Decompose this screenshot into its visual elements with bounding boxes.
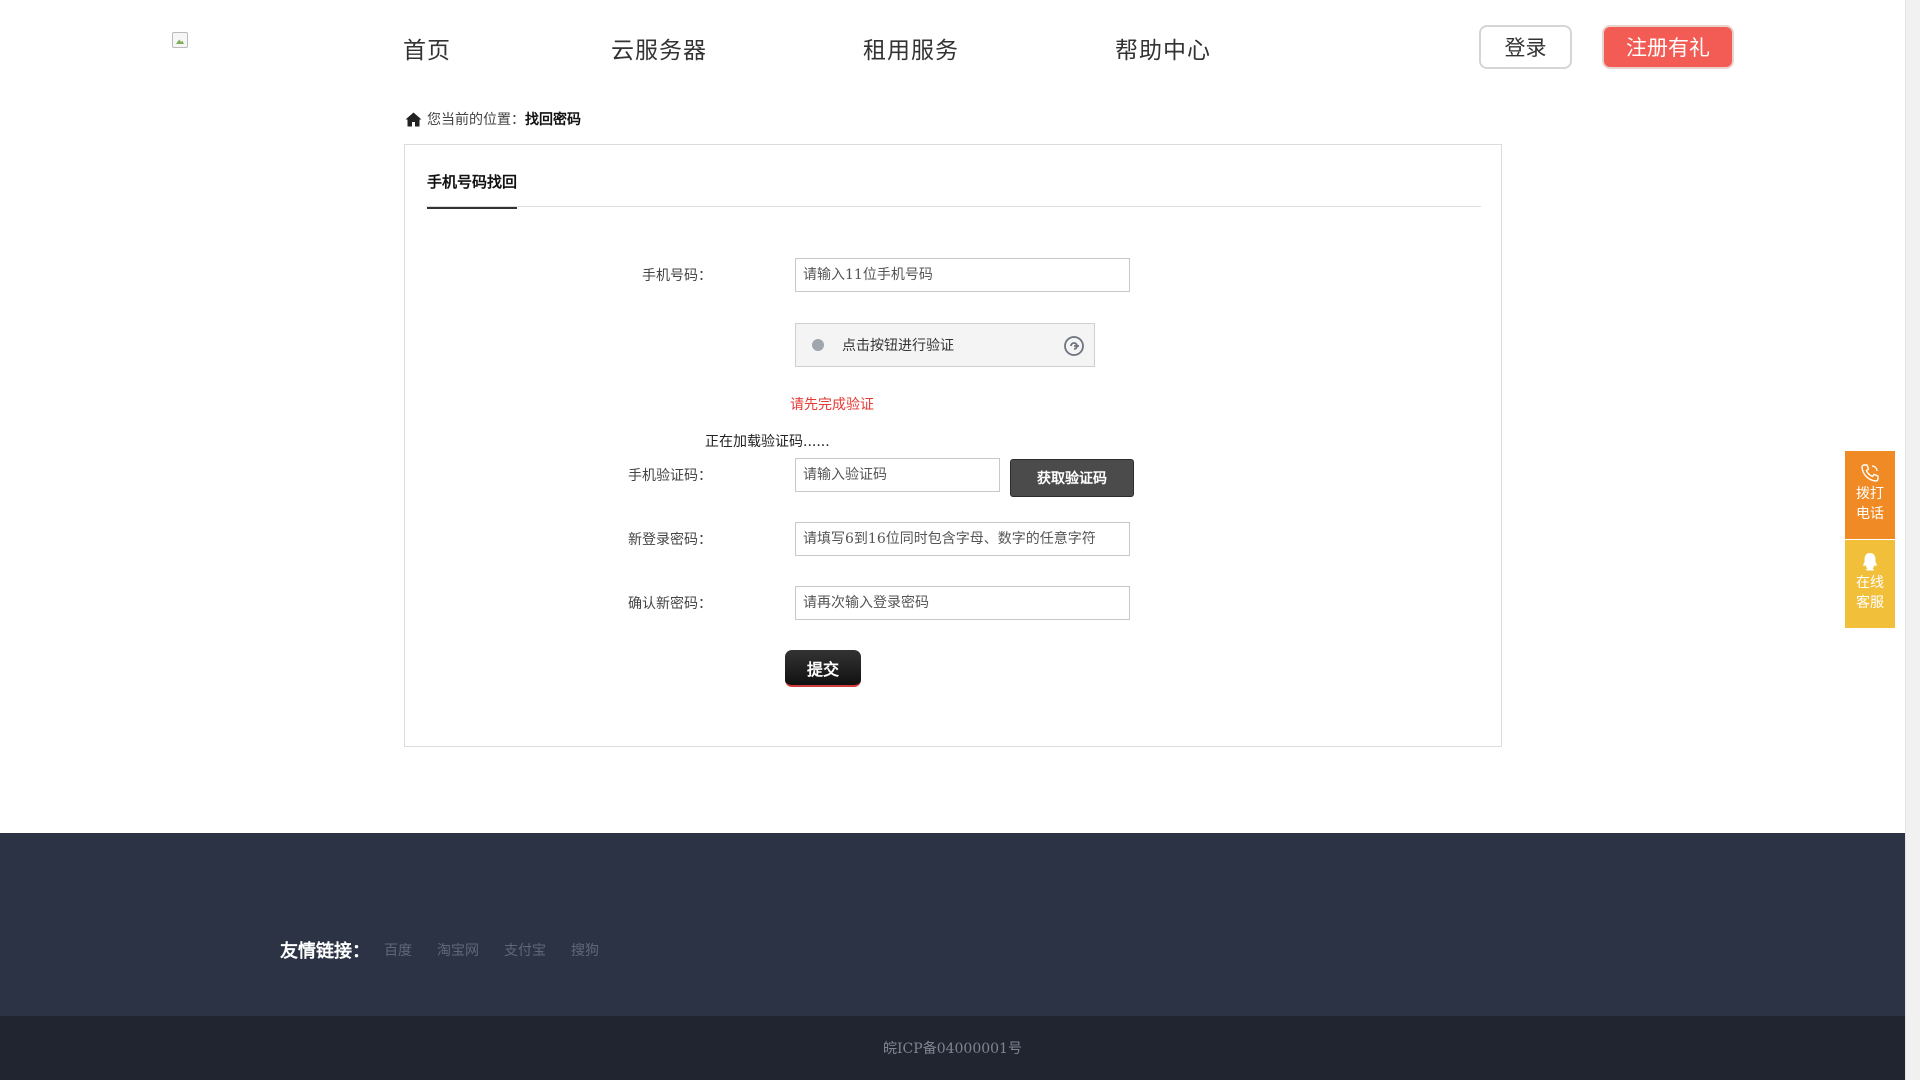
new-password-input[interactable] xyxy=(795,522,1130,556)
side-call-button[interactable]: 拨打 电话 xyxy=(1845,451,1895,539)
footer-link-sogou[interactable]: 搜狗 xyxy=(571,940,599,960)
side-service-line1: 在线 xyxy=(1856,575,1884,591)
header: 首页 云服务器 租用服务 帮助中心 登录 注册有礼 xyxy=(0,0,1920,95)
nav-item-help[interactable]: 帮助中心 xyxy=(1115,31,1211,65)
phone-icon xyxy=(1861,464,1879,482)
side-service-button[interactable]: 在线 客服 xyxy=(1845,540,1895,628)
footer-link-baidu[interactable]: 百度 xyxy=(384,940,412,960)
new-password-label: 新登录密码： xyxy=(628,532,712,548)
side-service-line2: 客服 xyxy=(1856,595,1884,611)
scrollbar[interactable] xyxy=(1905,0,1920,1080)
captcha-text: 点击按钮进行验证 xyxy=(842,338,954,354)
footer: 友情链接： 百度 淘宝网 支付宝 搜狗 xyxy=(0,833,1905,1016)
confirm-password-input[interactable] xyxy=(795,586,1130,620)
sms-code-input[interactable] xyxy=(795,458,1000,492)
side-call-line1: 拨打 xyxy=(1856,486,1884,502)
icp-text: 皖ICP备04000001号 xyxy=(883,1041,1022,1057)
tab-divider xyxy=(426,206,1481,207)
breadcrumb-prefix: 您当前的位置： xyxy=(427,112,525,128)
phone-input[interactable] xyxy=(795,258,1130,292)
footer-link-alipay[interactable]: 支付宝 xyxy=(504,940,546,960)
breadcrumb: 您当前的位置： 找回密码 xyxy=(405,109,581,129)
breadcrumb-current: 找回密码 xyxy=(525,112,581,128)
refresh-icon[interactable] xyxy=(1063,335,1085,357)
captcha-verify-button[interactable]: 点击按钮进行验证 xyxy=(795,323,1095,367)
footer-link-taobao[interactable]: 淘宝网 xyxy=(437,940,479,960)
confirm-password-label: 确认新密码： xyxy=(628,596,712,612)
nav-item-home[interactable]: 首页 xyxy=(403,31,451,65)
logo-image[interactable] xyxy=(172,32,188,48)
sms-code-label: 手机验证码： xyxy=(628,468,712,484)
friendly-links-title: 友情链接： xyxy=(280,941,370,962)
get-code-button[interactable]: 获取验证码 xyxy=(1010,459,1134,497)
home-icon xyxy=(405,112,422,126)
captcha-dot-icon xyxy=(812,339,824,351)
friendly-links: 友情链接： 百度 淘宝网 支付宝 搜狗 xyxy=(280,937,624,963)
side-call-line2: 电话 xyxy=(1856,506,1884,522)
captcha-loading-message: 正在加载验证码...... xyxy=(705,434,830,450)
qq-icon xyxy=(1863,553,1877,571)
phone-label: 手机号码： xyxy=(642,268,712,284)
footer-bottom: 皖ICP备04000001号 xyxy=(0,1016,1905,1080)
submit-button[interactable]: 提交 xyxy=(785,650,861,687)
captcha-error-message: 请先完成验证 xyxy=(790,397,874,413)
tab-phone-recovery[interactable]: 手机号码找回 xyxy=(427,171,518,209)
nav-item-rental[interactable]: 租用服务 xyxy=(863,31,959,65)
reset-password-panel: 手机号码找回 手机号码： 点击按钮进行验证 请先完成验证 正在加载验证码....… xyxy=(404,144,1502,747)
register-button[interactable]: 注册有礼 xyxy=(1602,25,1734,69)
login-button[interactable]: 登录 xyxy=(1479,25,1572,69)
nav-item-cloud-server[interactable]: 云服务器 xyxy=(611,31,707,65)
